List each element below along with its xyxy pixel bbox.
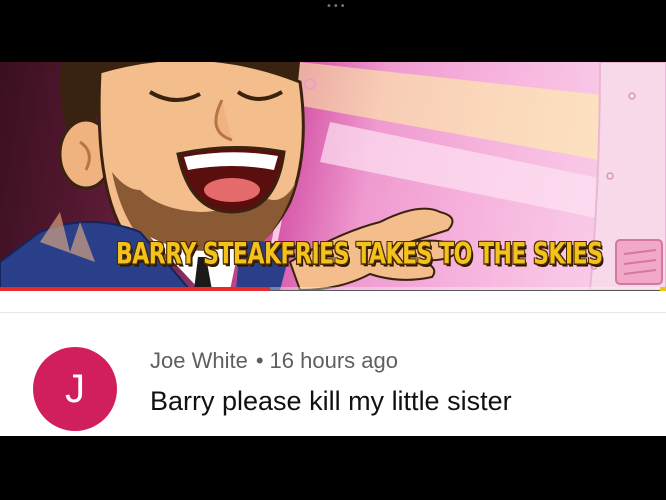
avatar-letter: J [65,366,85,411]
comment-text: Barry please kill my little sister [150,386,512,416]
comment-section: J Joe White • 16 hours ago Barry please ki… [0,291,666,436]
comment-meta: Joe White • 16 hours ago [150,348,398,374]
more-dots-icon[interactable]: ••• [326,2,347,12]
comment-timestamp: 16 hours ago [269,348,398,373]
video-thumbnail[interactable]: BARRY STEAKFRIES TAKES TO THE SKIES [0,62,666,290]
meta-separator: • [255,348,264,373]
video-caption: BARRY STEAKFRIES TAKES TO THE SKIES [116,238,603,272]
avatar[interactable]: J [33,347,117,431]
comment-author[interactable]: Joe White [150,348,248,373]
divider [0,312,666,313]
